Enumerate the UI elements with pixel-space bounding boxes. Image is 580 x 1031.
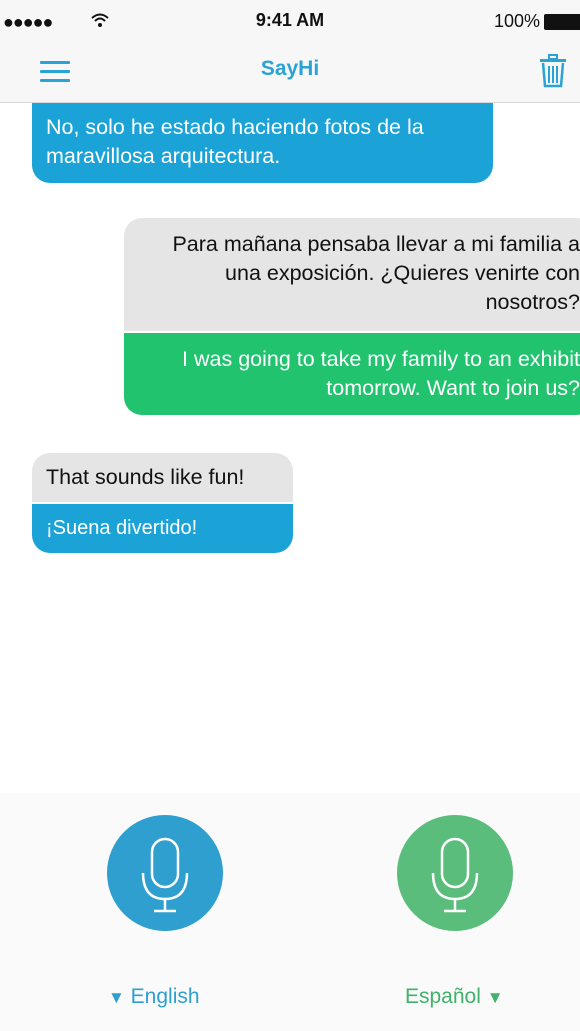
message-bubble-translation[interactable]: No, solo he estado haciendo fotos de la …	[32, 103, 493, 183]
spanish-language-selector[interactable]: Español ▼	[405, 985, 504, 1009]
message-bubble-translation[interactable]: I was going to take my family to an exhi…	[124, 333, 580, 415]
message-bubble-original[interactable]: Para mañana pensaba llevar a mi familia …	[124, 218, 580, 331]
spanish-language-label: Español	[405, 985, 481, 1008]
english-language-selector[interactable]: ▼ English	[108, 985, 200, 1009]
conversation-list[interactable]: No, solo he estado haciendo fotos de la …	[0, 103, 580, 793]
message-bubble-original[interactable]: That sounds like fun!	[32, 453, 293, 502]
spanish-mic-button[interactable]	[397, 815, 513, 931]
battery-percentage: 100%	[493, 11, 540, 31]
triangle-down-icon: ▼	[486, 988, 504, 1007]
triangle-down-icon: ▼	[108, 988, 125, 1007]
message-bubble-translation[interactable]: ¡Suena divertido!	[32, 504, 293, 553]
english-mic-button[interactable]	[107, 815, 223, 931]
english-language-label: English	[130, 985, 200, 1008]
battery-icon	[544, 14, 580, 30]
app-title: SayHi	[260, 57, 320, 80]
status-bar: ●●●●● 9:41 AM 100%	[0, 0, 580, 42]
trash-icon[interactable]	[538, 54, 568, 88]
microphone-icon	[141, 837, 189, 913]
speech-controls: ▼ English Español ▼	[0, 793, 580, 1031]
microphone-icon	[431, 837, 479, 913]
nav-bar: SayHi	[0, 42, 580, 103]
